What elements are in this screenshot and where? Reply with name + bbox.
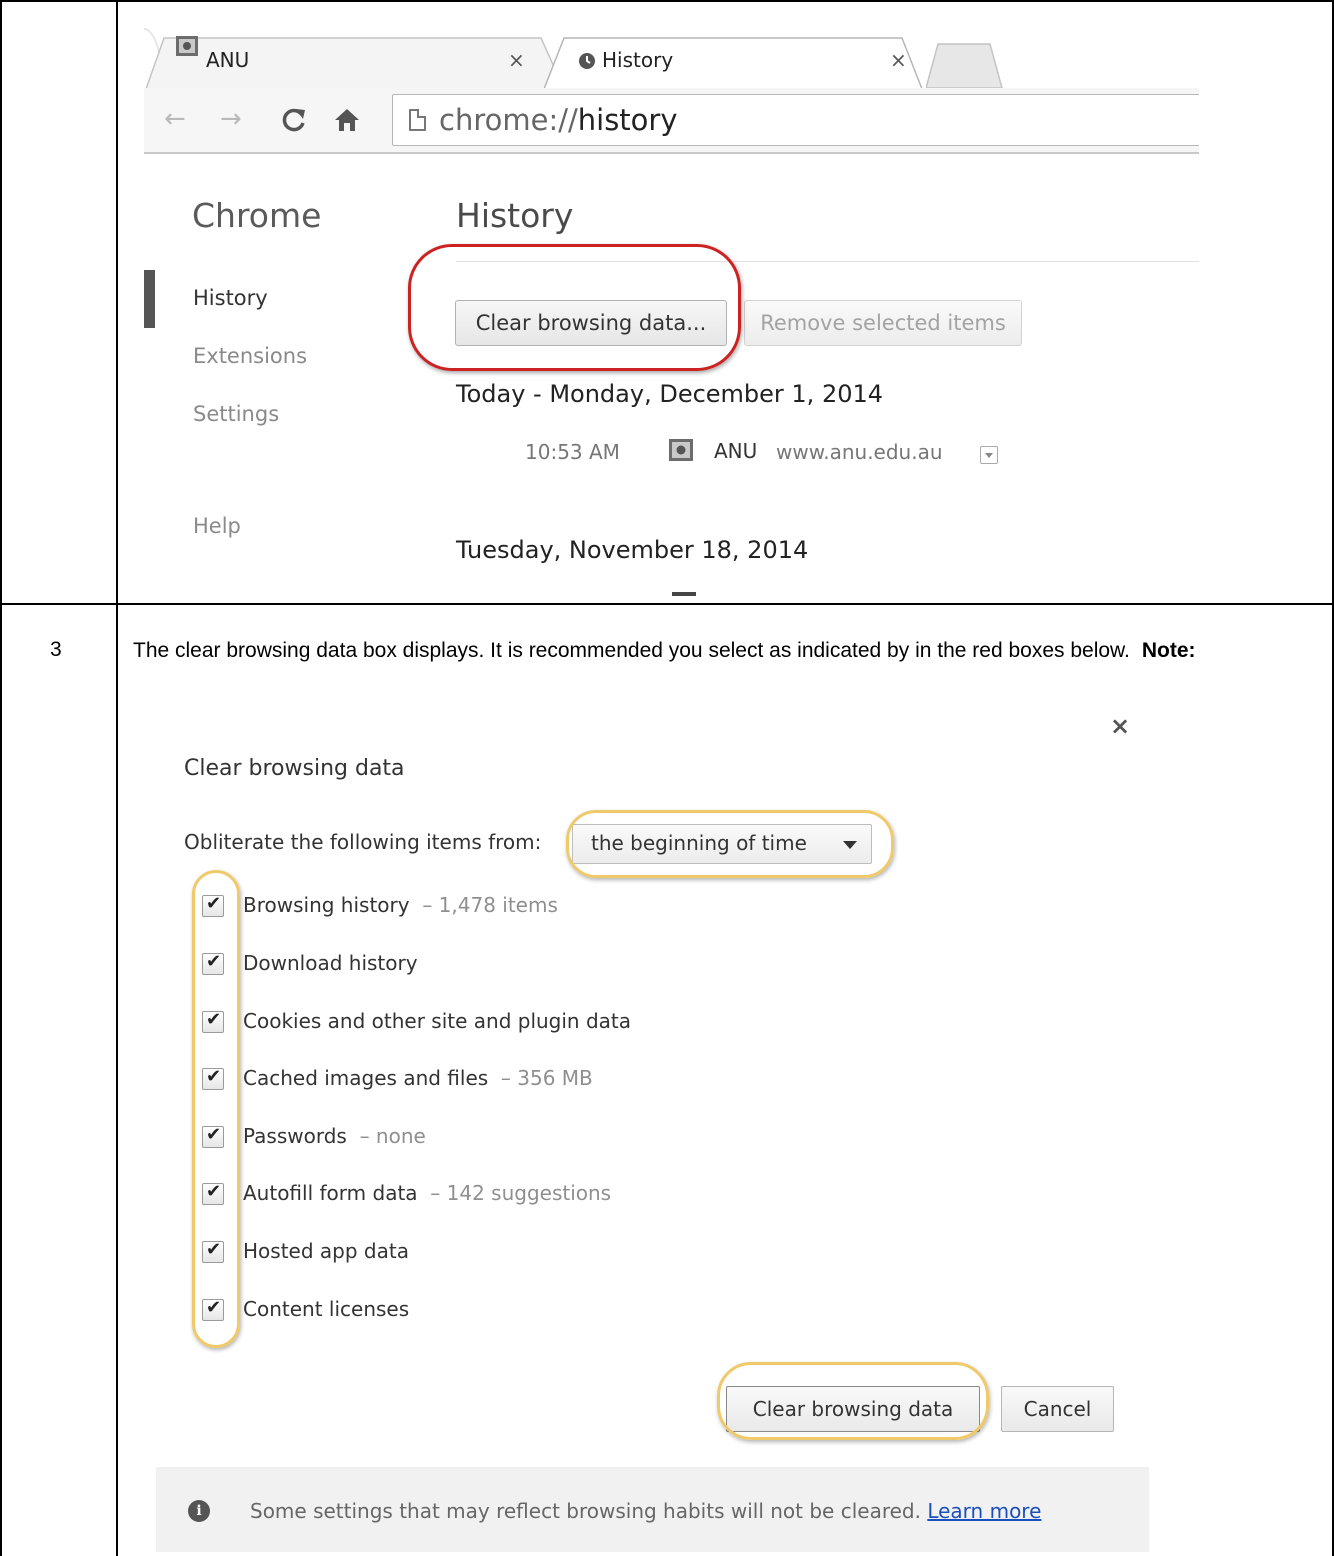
instruction-body: The clear browsing data box displays. It…: [133, 639, 1130, 662]
sidebar-item-history[interactable]: History: [193, 286, 268, 310]
dialog-title: Clear browsing data: [184, 756, 405, 781]
sidebar-item-extensions[interactable]: Extensions: [193, 344, 307, 368]
footer-message: Some settings that may reflect browsing …: [250, 1499, 921, 1523]
tab-anu-title: ANU: [206, 48, 250, 72]
anu-crest-icon: [669, 439, 693, 461]
browser-toolbar: ← → chrome://history: [144, 88, 1199, 154]
option-label: Download history: [243, 951, 418, 975]
table-border-top: [0, 0, 1334, 2]
option-name: Cached images and files: [243, 1066, 489, 1090]
clear-browsing-data-dialog: × Clear browsing data Obliterate the fol…: [156, 712, 1156, 1552]
option-detail: – 1,478 items: [422, 893, 558, 917]
history-day-heading: Today - Monday, December 1, 2014: [456, 380, 884, 408]
anu-crest-icon: [176, 36, 198, 56]
url-scheme: chrome://: [439, 103, 578, 137]
cancel-button[interactable]: Cancel: [1001, 1386, 1114, 1432]
yellow-highlight-button: [717, 1362, 989, 1440]
history-entry-url: www.anu.edu.au: [776, 440, 943, 464]
time-range-label: Obliterate the following items from:: [184, 830, 542, 854]
reload-icon[interactable]: [281, 107, 307, 133]
tab-strip: ANU × History ×: [144, 28, 1199, 148]
history-entry-title[interactable]: ANU: [714, 439, 757, 463]
tab-history-shape: [544, 37, 923, 90]
history-screenshot: ANU × History × ← → chrome://history Chr…: [144, 28, 1199, 596]
remove-selected-items-button[interactable]: Remove selected items: [744, 300, 1022, 346]
learn-more-link[interactable]: Learn more: [927, 1499, 1041, 1523]
dialog-close-icon[interactable]: ×: [1110, 712, 1130, 740]
instruction-text: The clear browsing data box displays. It…: [133, 634, 1313, 667]
option-name: Autofill form data: [243, 1181, 418, 1205]
red-highlight-circle: [408, 244, 741, 371]
yellow-highlight-checkboxes: [192, 870, 240, 1348]
option-label: Cached images and files – 356 MB: [243, 1066, 593, 1090]
new-tab-button[interactable]: [926, 40, 1006, 90]
option-label: Hosted app data: [243, 1239, 409, 1263]
instruction-note: Note:: [1141, 639, 1196, 662]
option-label: Browsing history – 1,478 items: [243, 893, 558, 917]
table-border-left: [0, 0, 2, 1556]
footer-text: Some settings that may reflect browsing …: [250, 1499, 1041, 1523]
option-label: Cookies and other site and plugin data: [243, 1009, 632, 1033]
home-icon[interactable]: [334, 108, 360, 132]
page-icon: [409, 109, 426, 131]
forward-arrow-icon[interactable]: →: [220, 104, 242, 134]
address-bar[interactable]: chrome://history: [392, 94, 1199, 146]
info-icon: i: [188, 1500, 210, 1522]
url-host: history: [577, 103, 678, 137]
entry-dropdown-icon[interactable]: [980, 446, 998, 464]
cropped-entry-icon: [672, 592, 696, 596]
sidebar-active-indicator: [144, 270, 155, 328]
history-entry-time: 10:53 AM: [525, 440, 620, 464]
table-column-divider: [116, 0, 118, 1556]
sidebar-title: Chrome: [192, 196, 322, 235]
dialog-footer: i Some settings that may reflect browsin…: [156, 1467, 1149, 1552]
option-label: Passwords – none: [243, 1124, 426, 1148]
option-name: Passwords: [243, 1124, 347, 1148]
address-text[interactable]: chrome://history: [439, 103, 678, 137]
tab-anu[interactable]: ANU ×: [146, 36, 566, 90]
option-name: Browsing history: [243, 893, 410, 917]
option-detail: – none: [359, 1124, 426, 1148]
tab-history-title: History: [602, 48, 674, 72]
option-detail: – 142 suggestions: [430, 1181, 612, 1205]
clock-icon: [579, 53, 595, 69]
step-number: 3: [50, 638, 62, 661]
option-label: Content licenses: [243, 1297, 410, 1321]
history-day-heading: Tuesday, November 18, 2014: [456, 536, 809, 564]
option-detail: – 356 MB: [500, 1066, 593, 1090]
yellow-highlight-select: [566, 810, 894, 878]
option-label: Autofill form data – 142 suggestions: [243, 1181, 611, 1205]
sidebar-item-help[interactable]: Help: [193, 514, 241, 538]
tab-history[interactable]: History ×: [544, 36, 924, 90]
table-row-divider: [0, 603, 1334, 605]
page-title: History: [456, 196, 574, 235]
sidebar-item-settings[interactable]: Settings: [193, 402, 279, 426]
back-arrow-icon[interactable]: ←: [164, 104, 186, 134]
tab-anu-close-icon[interactable]: ×: [508, 48, 525, 72]
tab-history-close-icon[interactable]: ×: [890, 48, 907, 72]
